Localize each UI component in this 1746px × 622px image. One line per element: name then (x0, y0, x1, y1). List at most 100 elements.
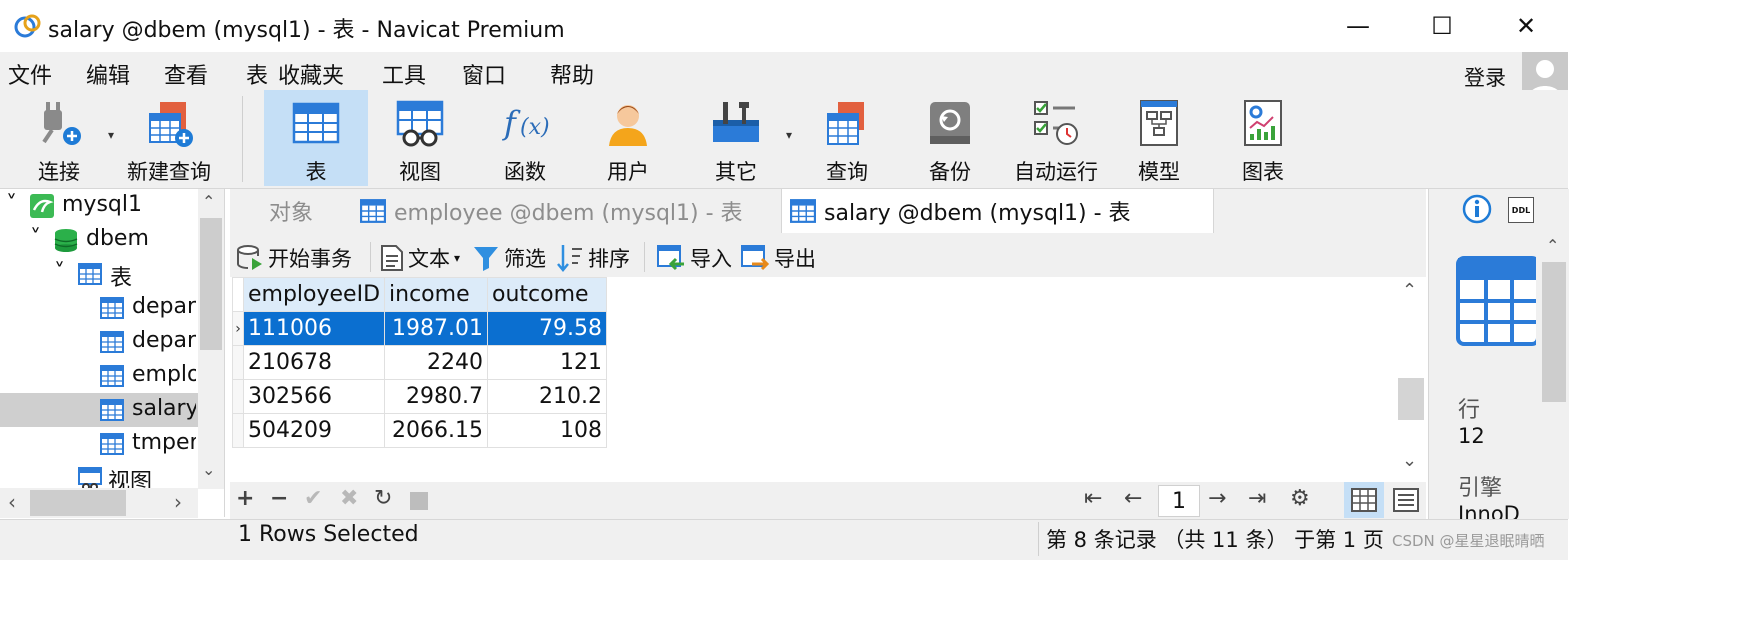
cell-employeeid[interactable]: 111006 (242, 311, 386, 346)
toolbar-backup-button[interactable]: 备份 (908, 90, 992, 186)
connect-dropdown-arrow[interactable]: ▾ (108, 128, 114, 142)
begin-transaction-button[interactable]: 开始事务 (236, 243, 352, 273)
column-header-employeeid[interactable]: employeeID (242, 277, 386, 312)
tree-expand-mysql1[interactable]: ˅ (6, 192, 17, 217)
cell-employeeid[interactable]: 302566 (242, 379, 386, 414)
cell-outcome[interactable]: 210.2 (487, 379, 608, 414)
toolbar-function-button[interactable]: f (x) 函数 (482, 90, 568, 186)
toolbar-divider (242, 96, 243, 182)
scroll-down-arrow[interactable]: ⌄ (202, 460, 215, 479)
model-icon (1140, 100, 1178, 146)
table-row[interactable]: 302566 2980.7 210.2 (232, 379, 608, 414)
tree-expand-dbem[interactable]: ˅ (30, 226, 41, 251)
tree-table-item-selected[interactable]: salary (132, 396, 196, 421)
text-view-button[interactable]: 文本 ▾ (380, 243, 460, 273)
menu-window[interactable]: 窗口 (462, 58, 506, 90)
toolbar-table-button[interactable]: 表 (264, 90, 368, 186)
scroll-up-arrow[interactable]: ⌃ (202, 192, 215, 211)
form-view-button[interactable] (1388, 482, 1424, 518)
scroll-left-arrow[interactable]: ‹ (8, 490, 16, 514)
apply-changes-button[interactable]: ✔ (304, 486, 322, 511)
cell-income[interactable]: 2980.7 (384, 379, 489, 414)
row-indicator (232, 379, 244, 414)
cell-outcome[interactable]: 121 (487, 345, 608, 380)
tab-employee[interactable]: employee @dbem (mysql1) - 表 (352, 189, 782, 233)
others-dropdown-arrow[interactable]: ▾ (786, 128, 792, 142)
last-page-button[interactable]: ⇥ (1248, 486, 1266, 511)
minimize-button[interactable]: — (1316, 0, 1400, 52)
text-dropdown-arrow[interactable]: ▾ (454, 251, 460, 265)
tab-salary[interactable]: salary @dbem (mysql1) - 表 (782, 189, 1214, 233)
cell-income[interactable]: 2240 (384, 345, 489, 380)
grid-view-button[interactable] (1344, 482, 1384, 518)
menu-tools[interactable]: 工具 (382, 58, 426, 90)
info-icon[interactable] (1462, 194, 1492, 224)
next-page-button[interactable]: → (1208, 486, 1226, 511)
toolbar-query-button[interactable]: 查询 (806, 90, 888, 186)
ddl-icon[interactable]: DDL (1508, 197, 1534, 223)
cell-employeeid[interactable]: 504209 (242, 413, 386, 448)
grid-scroll-down-arrow[interactable]: ⌄ (1402, 450, 1417, 471)
toolbar-chart-button[interactable]: 图表 (1222, 90, 1304, 186)
cell-outcome[interactable]: 108 (487, 413, 608, 448)
close-button[interactable]: ✕ (1484, 0, 1568, 52)
navigator-hscroll-thumb[interactable] (30, 490, 126, 516)
gear-icon[interactable]: ⚙ (1290, 486, 1310, 511)
menu-view[interactable]: 查看 (164, 58, 208, 90)
scroll-right-arrow[interactable]: › (174, 490, 182, 514)
table-row[interactable]: 504209 2066.15 108 (232, 413, 608, 448)
login-link[interactable]: 登录 (1464, 62, 1506, 92)
filter-button[interactable]: 筛选 (472, 243, 546, 273)
tab-objects[interactable]: 对象 (230, 189, 353, 233)
tab-salary-label: salary @dbem (mysql1) - 表 (824, 201, 1131, 226)
first-page-button[interactable]: ⇤ (1084, 486, 1102, 511)
cell-outcome[interactable]: 79.58 (487, 311, 608, 346)
previous-page-button[interactable]: ← (1124, 486, 1142, 511)
menu-help[interactable]: 帮助 (550, 58, 594, 90)
info-panel-scroll-thumb[interactable] (1542, 262, 1566, 402)
column-header-income[interactable]: income (384, 277, 489, 312)
menu-favorites[interactable]: 收藏夹 (278, 58, 344, 90)
import-button[interactable]: 导入 (656, 243, 732, 273)
toolbar-new-query-button[interactable]: 新建查询 (122, 90, 216, 186)
menu-edit[interactable]: 编辑 (86, 58, 130, 90)
tree-item-dbem[interactable]: dbem (86, 226, 149, 251)
grid-scroll-thumb[interactable] (1398, 378, 1424, 420)
delete-record-button[interactable]: − (270, 486, 288, 511)
tree-table-item[interactable]: tmper (132, 430, 196, 455)
page-number-input[interactable]: 1 (1158, 485, 1200, 517)
tree-item-views-folder[interactable]: 视图 (108, 464, 152, 488)
discard-changes-button[interactable]: ✖ (340, 486, 358, 511)
toolbar-automation-button[interactable]: 自动运行 (1006, 90, 1106, 186)
cell-income[interactable]: 1987.01 (384, 311, 489, 346)
navigator-scroll-thumb[interactable] (200, 218, 222, 350)
cell-employeeid[interactable]: 210678 (242, 345, 386, 380)
grid-scroll-up-arrow[interactable]: ⌃ (1402, 280, 1417, 301)
toolbar-view-button[interactable]: 视图 (376, 90, 464, 186)
toolbar-backup-label: 备份 (929, 160, 971, 184)
cell-income[interactable]: 2066.15 (384, 413, 489, 448)
export-button[interactable]: 导出 (740, 243, 816, 273)
tree-table-item[interactable]: depart (132, 294, 196, 319)
stop-button[interactable] (410, 492, 428, 510)
tree-item-mysql1[interactable]: mysql1 (62, 192, 142, 217)
maximize-button[interactable]: ☐ (1400, 0, 1484, 52)
toolbar-model-button[interactable]: 模型 (1118, 90, 1200, 186)
tree-table-item[interactable]: depart (132, 328, 196, 353)
column-header-outcome[interactable]: outcome (487, 277, 608, 312)
tree-item-tables-folder[interactable]: 表 (110, 260, 132, 292)
grid-header-row: employeeID income outcome (232, 277, 608, 312)
toolbar-others-button[interactable]: 其它 (690, 90, 782, 186)
table-row[interactable]: 210678 2240 121 (232, 345, 608, 380)
add-record-button[interactable]: + (236, 486, 254, 511)
tree-expand-tables[interactable]: ˅ (54, 260, 65, 285)
toolbar-connect-button[interactable]: 连接 (14, 90, 104, 186)
toolbar-user-button[interactable]: 用户 (584, 90, 672, 186)
menu-file[interactable]: 文件 (8, 58, 52, 90)
menu-table[interactable]: 表 (246, 58, 268, 90)
info-scroll-up-arrow[interactable]: ⌃ (1546, 236, 1559, 255)
tree-table-item[interactable]: emplo (132, 362, 196, 387)
sort-button[interactable]: 排序 (556, 243, 630, 273)
refresh-button[interactable]: ↻ (374, 486, 392, 511)
table-row-selected[interactable]: › 111006 1987.01 79.58 (232, 311, 608, 346)
